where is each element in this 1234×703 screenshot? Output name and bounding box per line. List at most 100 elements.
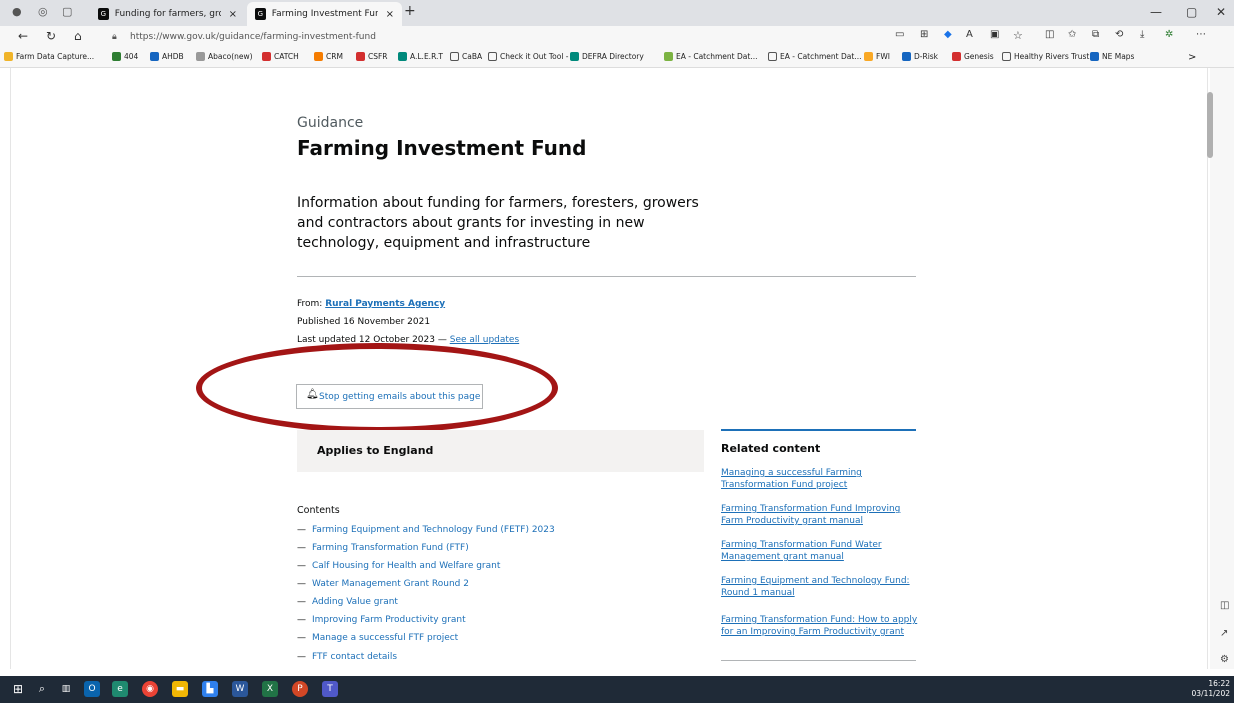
related-link[interactable]: Farming Transformation Fund Improving Fa… <box>721 503 921 527</box>
bookmark-item[interactable]: Genesis <box>952 52 994 61</box>
bookmark-item[interactable]: CRM <box>314 52 343 61</box>
page-viewport <box>10 68 1208 669</box>
settings-icon[interactable]: ⚙ <box>1220 654 1229 665</box>
immersive-icon[interactable]: ▣ <box>990 29 999 40</box>
related-link[interactable]: Managing a successful Farming Transforma… <box>721 467 921 491</box>
refresh-icon[interactable]: ↻ <box>46 29 56 43</box>
contents-item[interactable]: — Farming Transformation Fund (FTF) <box>297 543 469 553</box>
bookmark-item[interactable]: 404 <box>112 52 138 61</box>
search-icon[interactable]: ⌕ <box>34 681 50 697</box>
home-icon[interactable]: ⌂ <box>74 29 82 43</box>
file-explorer-icon[interactable]: ▬ <box>172 681 188 697</box>
related-content-title: Related content <box>721 442 821 455</box>
bookmark-item[interactable]: CaBA <box>450 52 482 61</box>
minimize-button[interactable]: — <box>1150 5 1162 19</box>
split-screen-icon[interactable]: ◫ <box>1045 29 1054 40</box>
sidebar-toggle-icon[interactable]: ◫ <box>1220 600 1229 611</box>
site-icon <box>1090 52 1099 61</box>
task-view-icon[interactable]: ▥ <box>58 681 74 697</box>
bookmark-item[interactable]: CSFR <box>356 52 388 61</box>
tab-label: Funding for farmers, growers and <box>114 9 221 19</box>
more-bookmarks-button[interactable]: > <box>1188 52 1196 63</box>
bookmark-item[interactable]: DEFRA Directory <box>570 52 644 61</box>
bookmark-item[interactable]: Farm Data Capture... <box>4 52 94 61</box>
see-all-updates-link[interactable]: See all updates <box>450 335 519 345</box>
start-icon[interactable]: ⊞ <box>10 681 26 697</box>
contents-item[interactable]: — Calf Housing for Health and Welfare gra… <box>297 561 500 571</box>
contents-item[interactable]: — Farming Equipment and Technology Fund (… <box>297 525 555 535</box>
tab-actions-icon[interactable]: ▢ <box>62 5 72 18</box>
contents-item[interactable]: — FTF contact details <box>297 652 397 662</box>
site-icon <box>314 52 323 61</box>
address-bar[interactable]: 🔒︎ https://www.gov.uk/guidance/farming-i… <box>106 28 886 46</box>
tab-bar: ● ◎ ▢ G Funding for farmers, growers and… <box>0 0 1234 26</box>
page-caption: Guidance <box>297 115 364 131</box>
tab-funding[interactable]: G Funding for farmers, growers and × <box>90 2 245 26</box>
lock-icon[interactable]: 🔒︎ <box>112 28 117 46</box>
close-window-button[interactable]: ✕ <box>1216 5 1226 19</box>
taskbar: ⊞ ⌕ ▥ O e ◉ ▬ ▙ W X P T 16:22 03/11/202 <box>0 676 1234 703</box>
contents-item[interactable]: — Improving Farm Productivity grant <box>297 615 466 625</box>
contents-item[interactable]: — Manage a successful FTF project <box>297 633 458 643</box>
bookmark-item[interactable]: AHDB <box>150 52 184 61</box>
address-toolbar: ← ↻ ⌂ 🔒︎ https://www.gov.uk/guidance/far… <box>0 26 1234 48</box>
bookmark-item[interactable]: Abaco(new) <box>196 52 253 61</box>
bookmark-item[interactable]: Healthy Rivers Trust <box>1002 52 1089 61</box>
new-tab-button[interactable]: + <box>404 3 416 19</box>
restore-button[interactable]: ▢ <box>1186 5 1197 19</box>
bookmark-item[interactable]: Check it Out Tool - <box>488 52 569 61</box>
site-icon <box>664 52 673 61</box>
bookmark-item[interactable]: NE Maps <box>1090 52 1134 61</box>
bookmark-item[interactable]: EA - Catchment Dat... <box>768 52 861 61</box>
system-clock[interactable]: 16:22 03/11/202 <box>1192 679 1230 699</box>
lead-paragraph: Information about funding for farmers, f… <box>297 195 699 251</box>
profile-icon[interactable]: ● <box>12 5 22 18</box>
back-icon[interactable]: ← <box>18 29 28 43</box>
bookmark-item[interactable]: EA - Catchment Dat... <box>664 52 757 61</box>
related-divider <box>721 429 916 431</box>
page-icon <box>1002 52 1011 61</box>
page-icon <box>450 52 459 61</box>
chrome-icon[interactable]: ◉ <box>142 681 158 697</box>
word-icon[interactable]: W <box>232 681 248 697</box>
contents-item[interactable]: — Water Management Grant Round 2 <box>297 579 469 589</box>
workspaces-icon[interactable]: ◎ <box>38 5 48 18</box>
url-text: https://www.gov.uk/guidance/farming-inve… <box>130 32 376 42</box>
powerpoint-icon[interactable]: P <box>292 681 308 697</box>
menu-icon[interactable]: ⋯ <box>1196 29 1206 40</box>
related-link[interactable]: Farming Transformation Fund Water Manage… <box>721 539 921 563</box>
published-date: Published 16 November 2021 <box>297 317 431 327</box>
apps-icon[interactable]: ⊞ <box>920 29 928 40</box>
favorite-star-icon[interactable]: ☆ <box>1013 29 1023 42</box>
outlook-icon[interactable]: O <box>84 681 100 697</box>
tab-label: Farming Investment Fund - GOV. <box>271 9 378 19</box>
teams-icon[interactable]: T <box>322 681 338 697</box>
read-aloud-icon[interactable]: A <box>966 29 973 40</box>
related-link[interactable]: Farming Transformation Fund: How to appl… <box>721 614 921 638</box>
external-link-icon[interactable]: ↗ <box>1220 628 1228 639</box>
bookmark-item[interactable]: CATCH <box>262 52 299 61</box>
applies-to-box: Applies to England <box>297 430 704 472</box>
bookmark-item[interactable]: A.L.E.R.T <box>398 52 443 61</box>
history-icon[interactable]: ⟲ <box>1115 29 1123 40</box>
tag-icon[interactable]: ◆ <box>944 29 952 40</box>
contents-item[interactable]: — Adding Value grant <box>297 597 398 607</box>
edge-icon[interactable]: e <box>112 681 128 697</box>
org-link[interactable]: Rural Payments Agency <box>325 299 445 309</box>
reader-icon[interactable]: ▭ <box>895 29 904 40</box>
excel-icon[interactable]: X <box>262 681 278 697</box>
app-icon[interactable]: ▙ <box>202 681 218 697</box>
tab-farming-investment[interactable]: G Farming Investment Fund - GOV. × <box>247 2 402 26</box>
govuk-favicon-icon: G <box>98 8 109 20</box>
extension-icon[interactable]: ✲ <box>1165 29 1173 40</box>
bookmark-item[interactable]: D-Risk <box>902 52 938 61</box>
bookmark-item[interactable]: FWI <box>864 52 890 61</box>
download-icon[interactable]: ⤓ <box>1140 29 1144 40</box>
favorites-icon[interactable]: ✩ <box>1068 29 1076 40</box>
collections-icon[interactable]: ⧉ <box>1092 29 1099 40</box>
from-line: From: Rural Payments Agency <box>297 299 446 309</box>
close-tab-icon[interactable]: × <box>386 9 394 20</box>
related-link[interactable]: Farming Equipment and Technology Fund: R… <box>721 575 921 599</box>
scrollbar-thumb[interactable] <box>1207 92 1213 158</box>
close-tab-icon[interactable]: × <box>229 9 237 20</box>
